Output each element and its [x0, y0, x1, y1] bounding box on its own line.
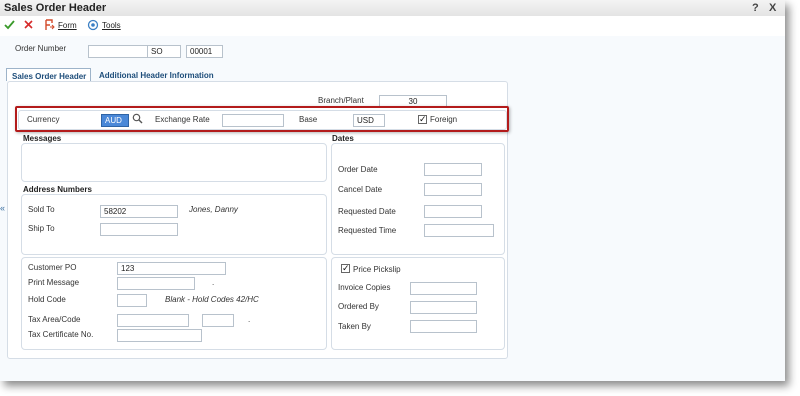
tools-icon[interactable] — [87, 19, 99, 33]
address-numbers-title: Address Numbers — [23, 185, 92, 194]
customer-po-label: Customer PO — [28, 263, 77, 272]
title-bar: Sales Order Header ? X — [0, 0, 785, 16]
cancel-date-label: Cancel Date — [338, 185, 383, 194]
order-number-label: Order Number — [15, 44, 67, 53]
price-pickslip-checkbox[interactable]: ✓ — [341, 264, 350, 273]
ok-icon[interactable] — [4, 19, 15, 32]
tools-menu[interactable]: Tools — [102, 21, 121, 30]
requested-date-field[interactable] — [424, 205, 482, 218]
taken-by-label: Taken By — [338, 322, 371, 331]
order-date-label: Order Date — [338, 165, 378, 174]
price-pickslip-label: Price Pickslip — [353, 265, 401, 274]
branch-plant-label: Branch/Plant — [318, 96, 364, 105]
ordered-by-label: Ordered By — [338, 302, 379, 311]
requested-time-label: Requested Time — [338, 226, 397, 235]
form-icon[interactable] — [43, 19, 55, 33]
help-icon[interactable]: ? — [752, 2, 759, 14]
taken-by-field[interactable] — [410, 320, 477, 333]
ship-to-field[interactable] — [100, 223, 178, 236]
tax-code-field[interactable] — [202, 314, 234, 327]
customer-po-field[interactable]: 123 — [117, 262, 226, 275]
print-message-field[interactable] — [117, 277, 195, 290]
tax-area-field[interactable] — [117, 314, 189, 327]
requested-time-field[interactable] — [424, 224, 494, 237]
messages-panel — [21, 143, 327, 182]
tax-certificate-field[interactable] — [117, 329, 202, 342]
tax-area-label: Tax Area/Code — [28, 315, 81, 324]
highlight-box — [15, 106, 509, 132]
hold-code-field[interactable] — [117, 294, 147, 307]
side-panel-toggle[interactable]: « — [0, 203, 5, 213]
sold-to-label: Sold To — [28, 205, 55, 214]
requested-date-label: Requested Date — [338, 207, 396, 216]
tab-additional-header-info[interactable]: Additional Header Information — [99, 71, 214, 80]
window-title: Sales Order Header — [4, 2, 107, 14]
order-company-field[interactable]: 00001 — [186, 45, 223, 58]
sold-to-field[interactable]: 58202 — [100, 205, 178, 218]
tab-sales-order-header[interactable]: Sales Order Header — [6, 68, 91, 81]
hold-code-desc: Blank - Hold Codes 42/HC — [165, 295, 259, 304]
print-message-label: Print Message — [28, 278, 80, 287]
dates-panel — [331, 143, 505, 255]
sold-to-name: Jones, Danny — [189, 205, 238, 214]
order-type-field[interactable]: SO — [147, 45, 181, 58]
toolbar: Form Tools — [0, 16, 785, 36]
form-menu[interactable]: Form — [58, 21, 77, 30]
order-number-field[interactable] — [88, 45, 148, 58]
tax-code-dot: . — [248, 315, 251, 324]
window: Sales Order Header ? X Form Tools Order … — [0, 0, 785, 381]
order-date-field[interactable] — [424, 163, 482, 176]
print-message-dot: . — [212, 278, 215, 287]
cancel-date-field[interactable] — [424, 183, 482, 196]
invoice-copies-label: Invoice Copies — [338, 283, 391, 292]
hold-code-label: Hold Code — [28, 295, 66, 304]
close-icon[interactable]: X — [769, 2, 776, 14]
messages-title: Messages — [23, 134, 62, 143]
ship-to-label: Ship To — [28, 224, 55, 233]
tax-certificate-label: Tax Certificate No. — [28, 330, 94, 339]
cancel-icon[interactable] — [23, 19, 34, 32]
dates-title: Dates — [332, 134, 354, 143]
invoice-copies-field[interactable] — [410, 282, 477, 295]
ordered-by-field[interactable] — [410, 301, 477, 314]
